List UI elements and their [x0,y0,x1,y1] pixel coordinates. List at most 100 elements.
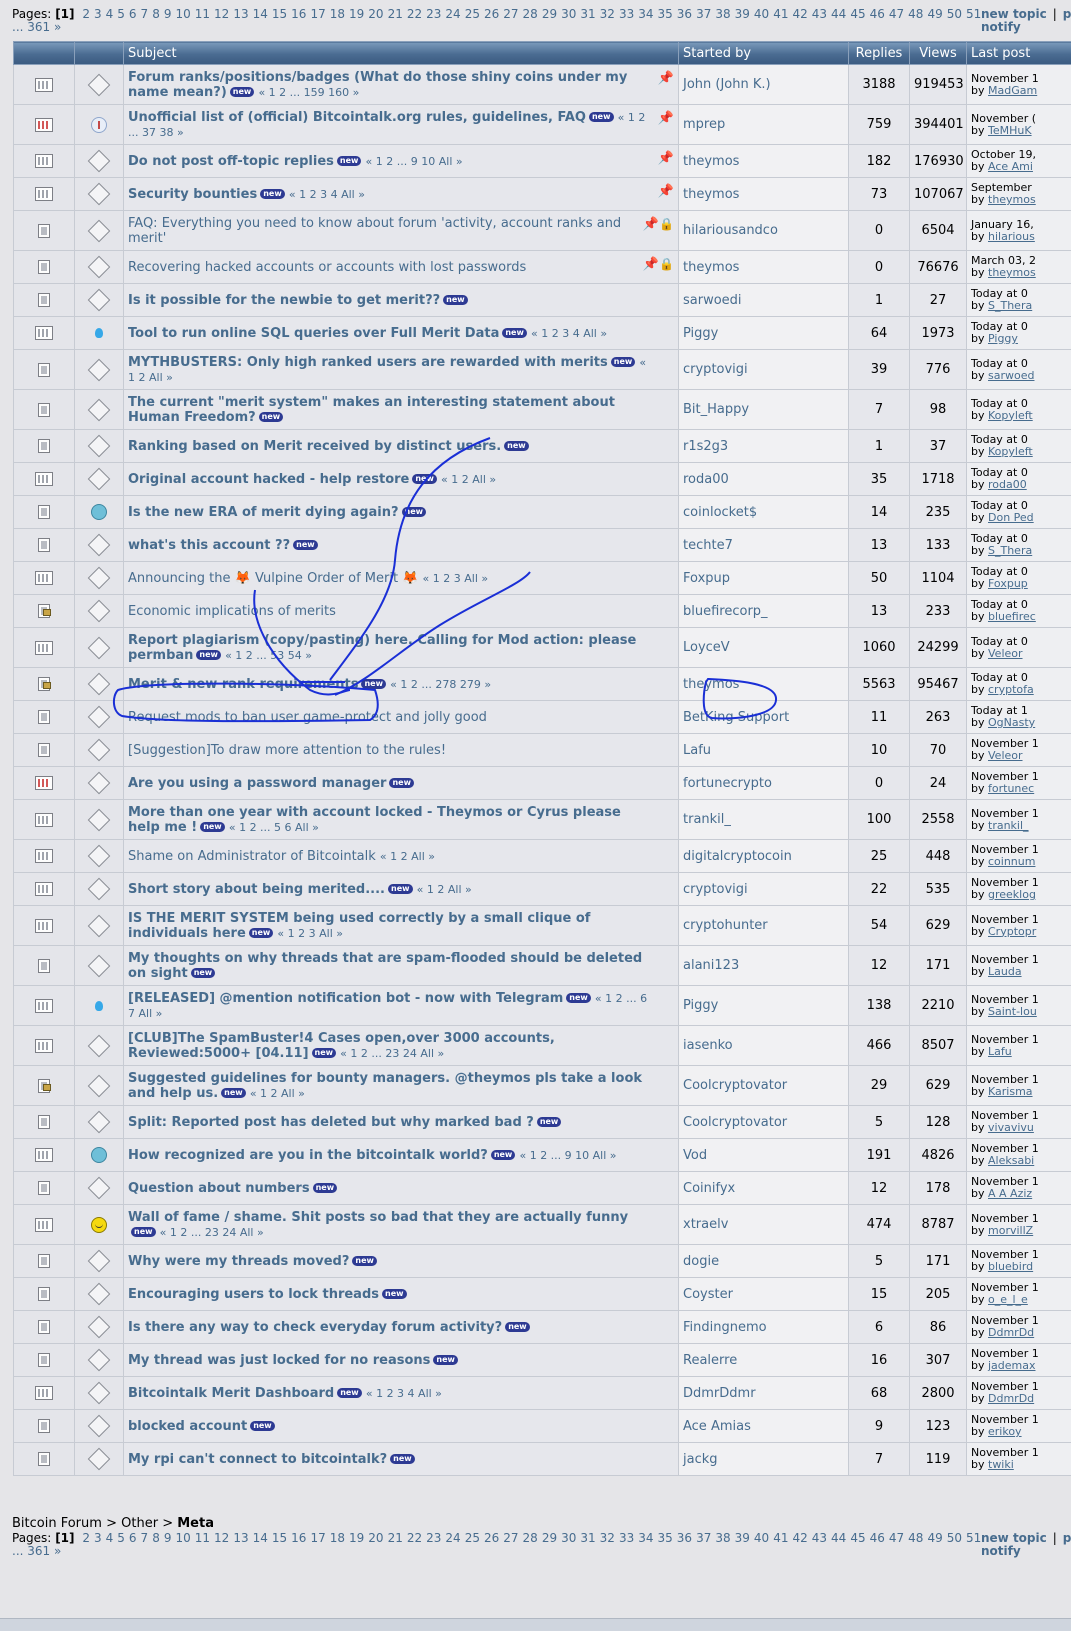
last-poster-link[interactable]: coinnum [988,855,1035,868]
topic-pages[interactable]: « 1 2 3 4 All » [289,188,365,201]
notify-link[interactable]: notify [981,1544,1021,1558]
new-badge[interactable]: new [352,1256,377,1266]
page-link[interactable]: 2 [82,1531,90,1545]
page-link[interactable]: 34 [638,7,653,21]
starter-link[interactable]: alani123 [683,958,739,973]
topic-title-link[interactable]: My rpi can't connect to bitcointalk? [128,1452,387,1467]
topic-pages[interactable]: « 1 2 All » [441,473,496,486]
starter-link[interactable]: Piggy [683,326,718,341]
starter-link[interactable]: techte7 [683,538,733,553]
page-link[interactable]: 28 [523,7,538,21]
starter-link[interactable]: sarwoedi [683,293,742,308]
topic-title-link[interactable]: Economic implications of merits [128,604,336,619]
last-poster-link[interactable]: bluefirec [988,610,1036,623]
subject-header[interactable]: Subject [124,42,679,65]
page-link[interactable]: 2 [82,7,90,21]
topic-title-link[interactable]: Are you using a password manager [128,776,386,791]
page-link[interactable]: 32 [600,7,615,21]
starter-link[interactable]: Foxpup [683,571,730,586]
topic-title-link[interactable]: Security bounties [128,187,257,202]
last-poster-link[interactable]: Don Ped [988,511,1034,524]
topic-title-link[interactable]: [Suggestion]To draw more attention to th… [128,743,446,758]
last-poster-link[interactable]: theymos [988,193,1036,206]
starter-link[interactable]: roda00 [683,472,729,487]
starter-link[interactable]: cryptovigi [683,362,748,377]
last-poster-link[interactable]: Foxpup [988,577,1028,590]
page-link[interactable]: 26 [484,7,499,21]
page-link[interactable]: 10 [175,7,190,21]
page-link[interactable]: 49 [927,1531,942,1545]
page-link[interactable]: 34 [638,1531,653,1545]
page-link[interactable]: 26 [484,1531,499,1545]
topic-title-link[interactable]: Question about numbers [128,1181,310,1196]
post-poll-link[interactable]: po [1063,1531,1071,1545]
new-badge[interactable]: new [505,1322,530,1332]
topic-title-link[interactable]: Request mods to ban user game-protect an… [128,710,487,725]
topic-title-link[interactable]: Do not post off-topic replies [128,154,334,169]
new-badge[interactable]: new [382,1289,407,1299]
last-poster-link[interactable]: Saint-lou [988,1005,1037,1018]
topic-pages[interactable]: « 1 2 ... 278 279 » [390,678,491,691]
new-badge[interactable]: new [388,884,413,894]
page-link[interactable]: 39 [735,7,750,21]
page-link[interactable]: 17 [310,7,325,21]
page-link[interactable]: 35 [658,1531,673,1545]
starter-link[interactable]: theymos [683,677,739,692]
starter-link[interactable]: hilariousandco [683,223,778,238]
page-link[interactable]: 43 [812,7,827,21]
new-badge[interactable]: new [389,778,414,788]
starter-link[interactable]: cryptohunter [683,918,768,933]
page-link[interactable]: 37 [696,1531,711,1545]
page-link[interactable]: 20 [368,7,383,21]
starter-link[interactable]: theymos [683,260,739,275]
topic-title-link[interactable]: Merit & new rank requirements [128,677,358,692]
page-link[interactable]: 45 [850,7,865,21]
page-link[interactable]: 40 [754,7,769,21]
new-badge[interactable]: new [249,928,274,938]
starter-link[interactable]: jackg [683,1452,718,1467]
topic-title-link[interactable]: My thread was just locked for no reasons [128,1353,430,1368]
page-link[interactable]: 10 [175,1531,190,1545]
page-link[interactable]: 13 [233,7,248,21]
page-link[interactable]: 19 [349,7,364,21]
page-link[interactable]: 37 [696,7,711,21]
page-link[interactable]: 25 [465,1531,480,1545]
page-link[interactable]: 15 [272,7,287,21]
topic-title-link[interactable]: Wall of fame / shame. Shit posts so bad … [128,1210,628,1225]
page-link[interactable]: 25 [465,7,480,21]
page-link[interactable]: 46 [870,7,885,21]
new-badge[interactable]: new [230,87,255,97]
starter-link[interactable]: xtraelv [683,1217,728,1232]
page-link[interactable]: 51 [966,1531,981,1545]
topic-title-link[interactable]: what's this account ?? [128,538,290,553]
page-link[interactable]: 50 [947,1531,962,1545]
new-badge[interactable]: new [200,822,225,832]
starter-link[interactable]: trankil_ [683,812,731,827]
page-link[interactable]: 38 [715,1531,730,1545]
new-badge[interactable]: new [313,1183,338,1193]
starter-link[interactable]: Realerre [683,1353,737,1368]
starter-link[interactable]: Lafu [683,743,711,758]
post-poll-link[interactable]: po [1063,7,1071,21]
topic-pages[interactable]: « 1 2 3 4 All » [531,327,607,340]
new-badge[interactable]: new [196,650,221,660]
topic-title-link[interactable]: Unofficial list of (official) Bitcointal… [128,110,586,125]
page-link[interactable]: 41 [773,1531,788,1545]
page-link[interactable]: 23 [426,7,441,21]
topic-title-link[interactable]: Suggested guidelines for bounty managers… [128,1071,642,1101]
topic-pages[interactable]: « 1 2 All » [250,1087,305,1100]
page-link[interactable]: 12 [214,7,229,21]
topic-title-link[interactable]: Announcing the 🦊 Vulpine Order of Merit … [128,571,418,586]
starter-link[interactable]: BetKing Support [683,710,789,725]
starter-link[interactable]: Piggy [683,998,718,1013]
new-topic-link[interactable]: new topic [981,7,1047,21]
page-link[interactable]: 16 [291,1531,306,1545]
topic-title-link[interactable]: Encouraging users to lock threads [128,1287,379,1302]
page-link[interactable]: 38 [715,7,730,21]
last-poster-link[interactable]: DdmrDd [988,1326,1034,1339]
page-link[interactable]: 31 [580,1531,595,1545]
topic-pages[interactable]: « 1 2 ... 9 10 All » [366,155,463,168]
last-poster-link[interactable]: Ace Ami [988,160,1033,173]
last-poster-link[interactable]: TeMHuK [988,124,1032,137]
new-badge[interactable]: new [312,1048,337,1058]
